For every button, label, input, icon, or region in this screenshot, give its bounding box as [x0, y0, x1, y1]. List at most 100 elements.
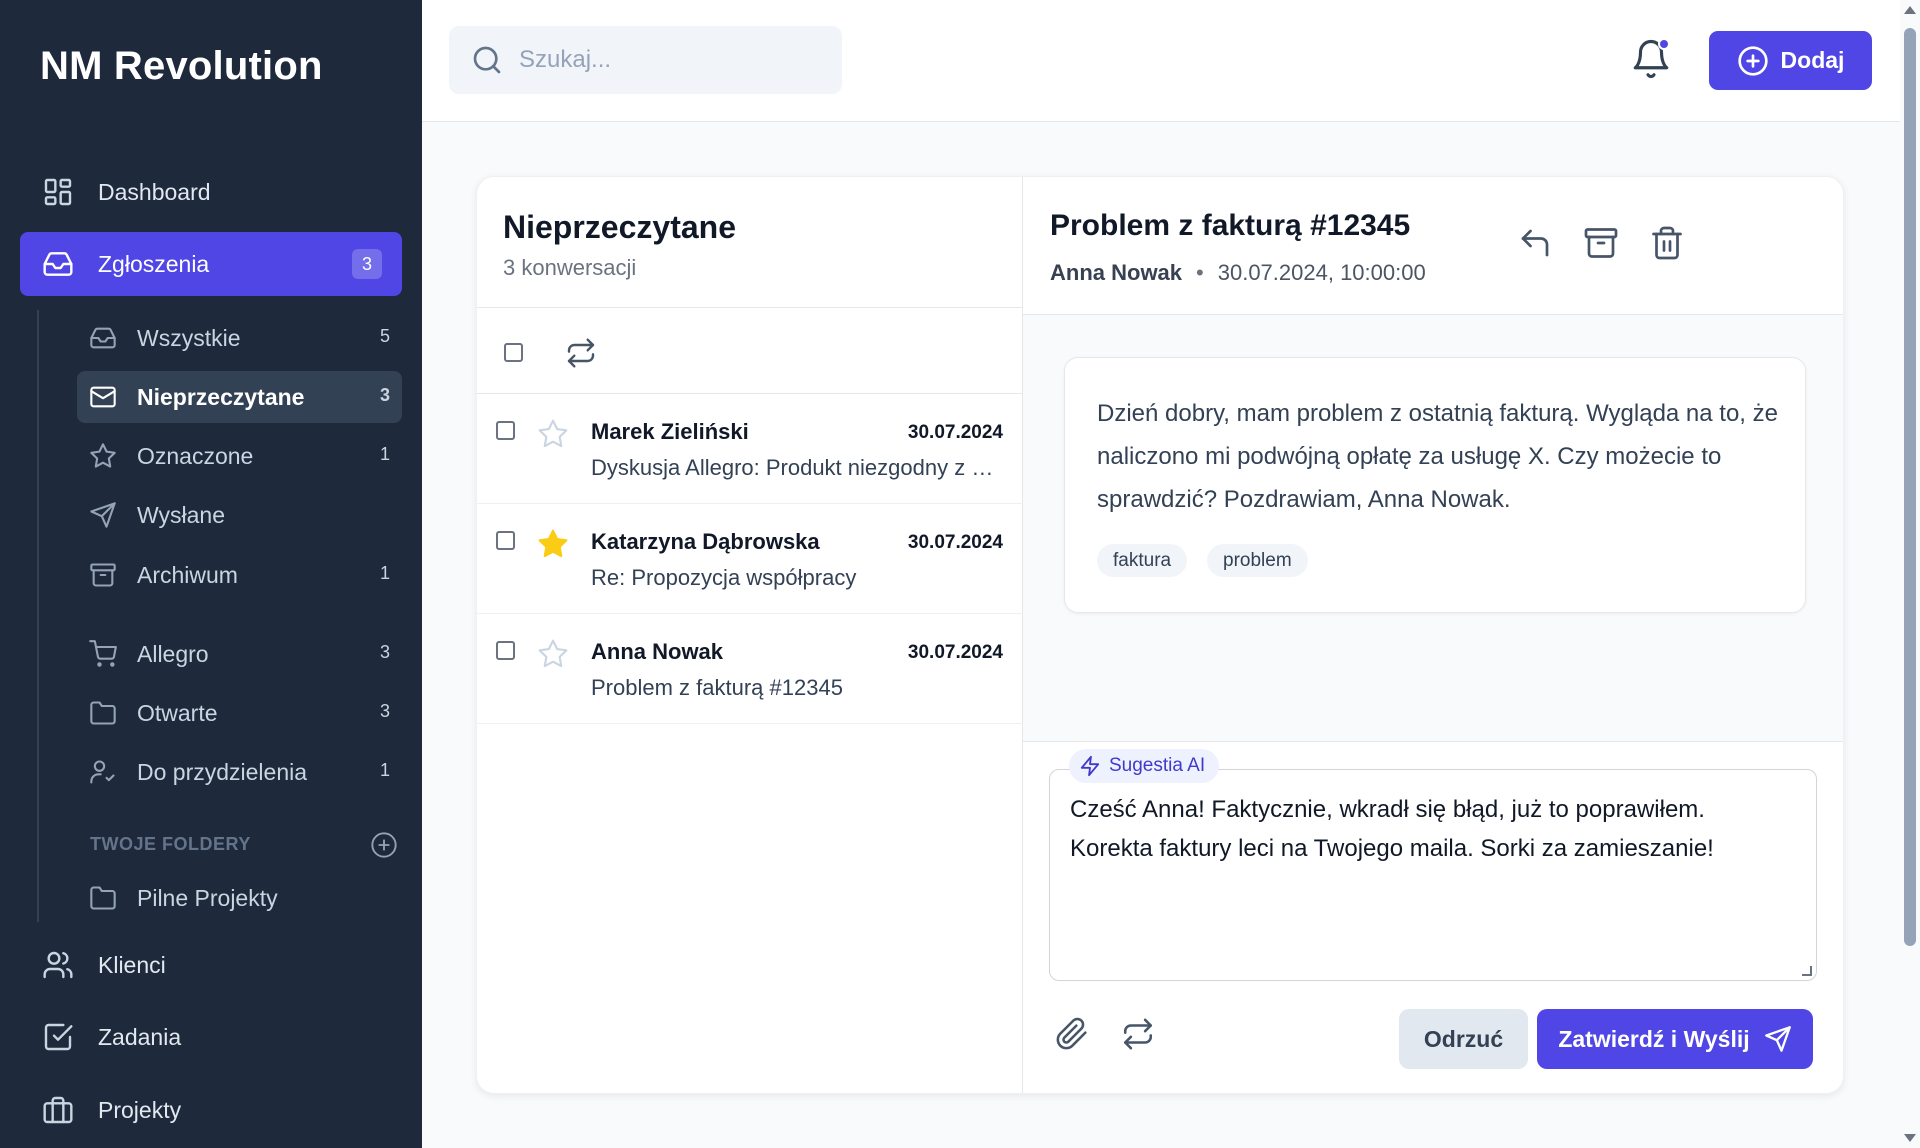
subnav-archive[interactable]: Archiwum 1 — [77, 549, 402, 601]
select-all-checkbox[interactable] — [504, 343, 523, 362]
star-icon[interactable] — [537, 638, 569, 670]
lightning-icon — [1080, 755, 1100, 777]
sender-name: Marek Zieliński — [591, 419, 749, 444]
mail-icon — [90, 386, 116, 408]
subnav-allegro[interactable]: Allegro 3 — [77, 628, 402, 680]
subnav-label: Oznaczone — [137, 442, 254, 469]
nav-dashboard-label: Dashboard — [98, 178, 211, 205]
subnav-count: 1 — [379, 444, 390, 464]
search-box[interactable] — [449, 26, 842, 94]
nav-dashboard[interactable]: Dashboard — [20, 160, 402, 224]
approve-send-button[interactable]: Zatwierdź i Wyślij — [1537, 1009, 1813, 1069]
send-icon — [90, 502, 116, 528]
subnav-count: 3 — [379, 385, 390, 405]
add-button[interactable]: Dodaj — [1709, 31, 1872, 90]
cart-icon — [89, 640, 117, 667]
conversation-meta: Anna Nowak • 30.07.2024, 10:00:00 — [1050, 260, 1426, 286]
approve-send-label: Zatwierdź i Wyślij — [1558, 1025, 1750, 1052]
conversation-subject: Dyskusja Allegro: Produkt niezgodny z op… — [591, 455, 1001, 480]
top-bar: Dodaj — [422, 0, 1900, 122]
list-item[interactable]: Anna Nowak 30.07.2024 Problem z fakturą … — [477, 614, 1023, 724]
folder-icon — [90, 701, 116, 725]
trash-icon[interactable] — [1649, 225, 1685, 261]
subnav-count: 5 — [379, 326, 390, 346]
list-item[interactable]: Katarzyna Dąbrowska 30.07.2024 Re: Propo… — [477, 504, 1023, 614]
conversation-detail: Problem z fakturą #12345 Anna Nowak • 30… — [1023, 177, 1843, 1093]
divider — [1023, 741, 1843, 742]
subnav-starred[interactable]: Oznaczone 1 — [77, 430, 402, 482]
users-icon — [43, 951, 73, 979]
search-icon — [473, 46, 501, 74]
conversation-subject: Re: Propozycja współpracy — [591, 565, 857, 590]
conversation-date: 30.07.2024 — [907, 422, 1003, 443]
subnav-label: Wszystkie — [137, 324, 241, 351]
subnav-unassigned[interactable]: Do przydzielenia 1 — [77, 746, 402, 798]
add-button-label: Dodaj — [1780, 47, 1845, 73]
folder-label: Pilne Projekty — [137, 884, 278, 911]
message-text: Dzień dobry, mam problem z ostatnią fakt… — [1097, 400, 1778, 513]
nav-projects[interactable]: Projekty — [20, 1078, 402, 1142]
refresh-icon[interactable] — [565, 337, 597, 369]
archive-icon — [90, 563, 116, 587]
subnav-count: 1 — [379, 760, 390, 780]
subnav-label: Archiwum — [137, 561, 238, 588]
scroll-down-arrow[interactable] — [1904, 1134, 1916, 1142]
sender-name: Katarzyna Dąbrowska — [591, 529, 820, 554]
nav-tasks[interactable]: Zadania — [20, 1005, 402, 1069]
discard-button[interactable]: Odrzuć — [1399, 1009, 1528, 1069]
meta-separator: • — [1196, 260, 1204, 285]
inbox-card: Nieprzeczytane 3 konwersacji Marek Zieli… — [476, 176, 1844, 1094]
subnav-all[interactable]: Wszystkie 5 — [77, 312, 402, 364]
star-icon[interactable] — [537, 418, 569, 450]
reply-text: Cześć Anna! Faktycznie, wkradł się błąd,… — [1070, 796, 1714, 862]
subnav-count: 3 — [379, 701, 390, 721]
briefcase-icon — [43, 1096, 73, 1124]
star-filled-icon[interactable] — [537, 528, 569, 560]
subnav-label: Nieprzeczytane — [137, 383, 305, 410]
subnav-open[interactable]: Otwarte 3 — [77, 687, 402, 739]
subnav-label: Allegro — [137, 640, 209, 667]
ai-suggestion-badge: Sugestia AI — [1069, 749, 1220, 783]
inbox-icon — [43, 252, 73, 276]
nav-tickets[interactable]: Zgłoszenia 3 — [20, 232, 402, 296]
brand-logo[interactable]: NM Revolution — [40, 44, 323, 89]
subnav-count: 3 — [379, 642, 390, 662]
conversation-subject: Problem z fakturą #12345 — [591, 675, 843, 700]
nav-tickets-label: Zgłoszenia — [98, 250, 210, 277]
row-checkbox[interactable] — [496, 641, 515, 660]
regenerate-icon[interactable] — [1121, 1017, 1155, 1051]
folder-item[interactable]: Pilne Projekty — [77, 872, 402, 924]
folders-header: TWOJE FOLDERY — [90, 834, 251, 854]
search-input[interactable] — [519, 46, 819, 74]
subnav-unread[interactable]: Nieprzeczytane 3 — [77, 371, 402, 423]
add-folder-icon[interactable] — [370, 831, 398, 859]
paperclip-icon[interactable] — [1055, 1017, 1089, 1051]
user-check-icon — [90, 760, 115, 784]
folder-icon — [90, 886, 116, 910]
archive-icon[interactable] — [1583, 225, 1619, 261]
tag-chip[interactable]: faktura — [1097, 544, 1188, 577]
subnav-tree-line — [37, 310, 39, 922]
list-subtitle: 3 konwersacji — [503, 255, 637, 280]
reply-textarea[interactable]: Cześć Anna! Faktycznie, wkradł się błąd,… — [1049, 769, 1817, 981]
star-icon — [90, 443, 116, 468]
resize-handle[interactable] — [1802, 966, 1812, 976]
scrollbar-thumb[interactable] — [1904, 28, 1916, 946]
nav-clients-label: Klienci — [98, 951, 166, 978]
row-checkbox[interactable] — [496, 531, 515, 550]
reply-icon[interactable] — [1517, 225, 1553, 261]
scroll-up-arrow[interactable] — [1904, 6, 1916, 14]
tag-chip[interactable]: problem — [1207, 544, 1308, 577]
list-title: Nieprzeczytane — [503, 209, 736, 245]
dashboard-icon — [44, 178, 72, 206]
list-item[interactable]: Marek Zieliński 30.07.2024 Dyskusja Alle… — [477, 394, 1023, 504]
discard-button-label: Odrzuć — [1423, 1025, 1504, 1052]
conversation-title: Problem z fakturą #12345 — [1050, 209, 1411, 242]
send-icon — [1764, 1026, 1791, 1052]
row-checkbox[interactable] — [496, 421, 515, 440]
nav-clients[interactable]: Klienci — [20, 933, 402, 997]
subnav-sent[interactable]: Wysłane — [77, 489, 402, 541]
plus-circle-icon — [1737, 45, 1768, 76]
ai-suggestion-label: Sugestia AI — [1109, 755, 1206, 776]
sidebar: NM Revolution Dashboard Zgłoszenia 3 Wsz… — [0, 0, 422, 1148]
